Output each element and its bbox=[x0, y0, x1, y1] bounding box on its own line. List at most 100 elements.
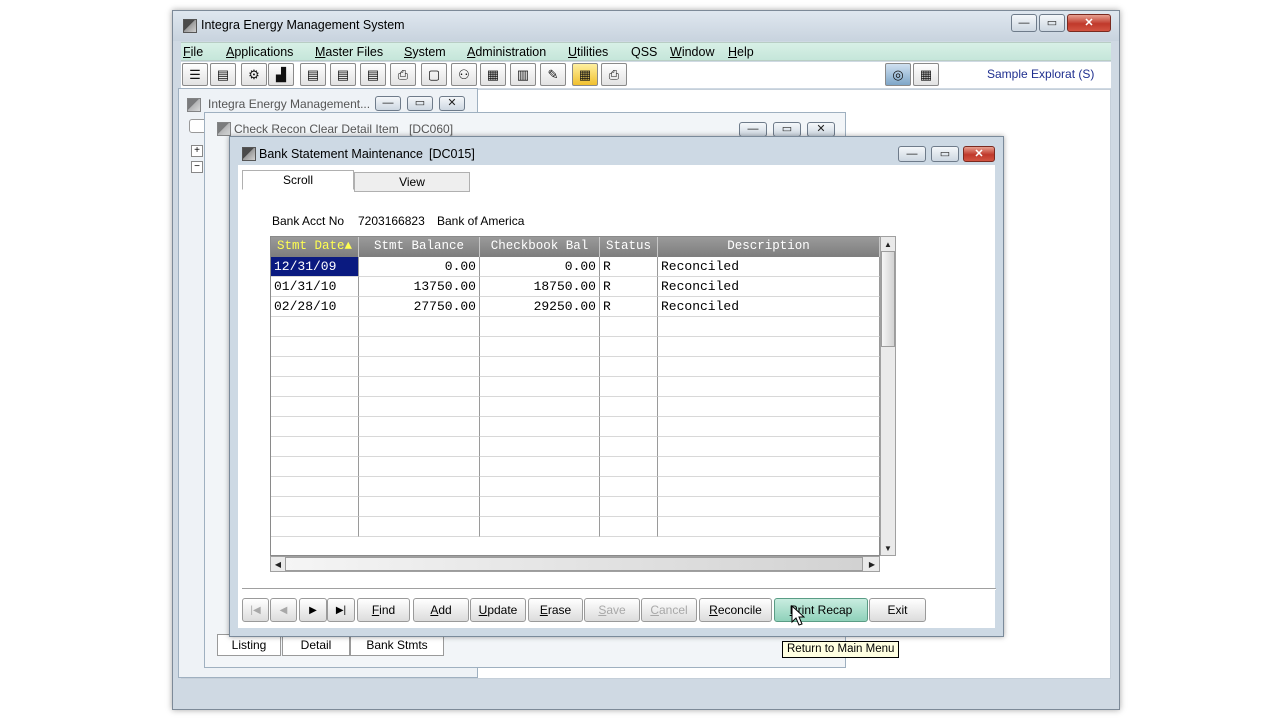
list-icon[interactable]: ☰ bbox=[182, 63, 208, 86]
bg-tab-detail[interactable]: Detail bbox=[282, 634, 350, 656]
bg-tab-listing[interactable]: Listing bbox=[217, 634, 281, 656]
cell-stmt-balance[interactable]: 27750.00 bbox=[359, 297, 480, 317]
cell-stmt-date[interactable] bbox=[271, 437, 359, 457]
cell-checkbook-bal[interactable]: 0.00 bbox=[480, 257, 600, 277]
cell-stmt-date[interactable] bbox=[271, 517, 359, 537]
document-list-icon[interactable]: ▤ bbox=[300, 63, 326, 86]
table-row[interactable] bbox=[271, 497, 881, 517]
main-restore-button[interactable]: ▭ bbox=[1039, 14, 1065, 32]
horizontal-scrollbar[interactable]: ◀ ▶ bbox=[270, 556, 880, 572]
printer-icon[interactable]: ⎙ bbox=[390, 63, 416, 86]
tab-scroll[interactable]: Scroll bbox=[242, 170, 354, 190]
cell-stmt-balance[interactable] bbox=[359, 437, 480, 457]
cell-stmt-date[interactable] bbox=[271, 417, 359, 437]
document-list-2-icon[interactable]: ▤ bbox=[330, 63, 356, 86]
bg2-close-button[interactable]: ✕ bbox=[807, 122, 835, 137]
horizontal-scroll-thumb[interactable] bbox=[285, 557, 863, 571]
table-row[interactable]: 12/31/09 0.00 0.00 R Reconciled bbox=[271, 257, 881, 277]
cell-stmt-date[interactable] bbox=[271, 357, 359, 377]
front-minimize-button[interactable]: — bbox=[898, 146, 926, 162]
cell-status[interactable] bbox=[600, 377, 658, 397]
bg-tab-bank-stmts[interactable]: Bank Stmts bbox=[350, 634, 444, 656]
vertical-scroll-thumb[interactable] bbox=[881, 251, 895, 347]
cell-status[interactable]: R bbox=[600, 277, 658, 297]
cell-stmt-date[interactable] bbox=[271, 377, 359, 397]
cell-status[interactable] bbox=[600, 437, 658, 457]
cell-status[interactable] bbox=[600, 397, 658, 417]
cell-stmt-date[interactable]: 12/31/09 bbox=[271, 257, 359, 277]
cell-status[interactable] bbox=[600, 417, 658, 437]
app-badge-icon[interactable]: ▦ bbox=[913, 63, 939, 86]
cell-description[interactable]: Reconciled bbox=[658, 257, 880, 277]
scroll-left-icon[interactable]: ◀ bbox=[271, 557, 285, 571]
cell-checkbook-bal[interactable] bbox=[480, 437, 600, 457]
menu-help[interactable]: Help bbox=[728, 43, 754, 61]
gear-person-icon[interactable]: ⚙ bbox=[241, 63, 267, 86]
cell-stmt-date[interactable] bbox=[271, 317, 359, 337]
print-preview-icon[interactable]: ▢ bbox=[421, 63, 447, 86]
menu-qss[interactable]: QSS bbox=[631, 43, 657, 61]
cell-stmt-date[interactable] bbox=[271, 457, 359, 477]
cell-description[interactable] bbox=[658, 317, 880, 337]
update-button[interactable]: Update bbox=[470, 598, 526, 622]
scroll-down-icon[interactable]: ▼ bbox=[881, 541, 895, 555]
cancel-button[interactable]: Cancel bbox=[641, 598, 697, 622]
tree-expand-icon[interactable]: + bbox=[191, 145, 203, 157]
table-row[interactable] bbox=[271, 337, 881, 357]
cell-stmt-date[interactable] bbox=[271, 397, 359, 417]
cell-checkbook-bal[interactable] bbox=[480, 337, 600, 357]
cell-status[interactable] bbox=[600, 337, 658, 357]
cell-stmt-balance[interactable]: 0.00 bbox=[359, 257, 480, 277]
table-row[interactable] bbox=[271, 437, 881, 457]
cell-stmt-date[interactable] bbox=[271, 337, 359, 357]
menu-system[interactable]: System bbox=[404, 43, 446, 61]
cell-status[interactable] bbox=[600, 477, 658, 497]
cell-description[interactable] bbox=[658, 397, 880, 417]
cell-checkbook-bal[interactable] bbox=[480, 357, 600, 377]
bg-restore-button[interactable]: ▭ bbox=[407, 96, 433, 111]
column-header-description[interactable]: Description bbox=[658, 237, 880, 257]
column-header-stmt-balance[interactable]: Stmt Balance bbox=[359, 237, 480, 257]
column-header-status[interactable]: Status bbox=[600, 237, 658, 257]
cell-description[interactable] bbox=[658, 497, 880, 517]
colored-grid-icon[interactable]: ▦ bbox=[572, 63, 598, 86]
table-row[interactable] bbox=[271, 457, 881, 477]
tree-collapse-icon[interactable]: − bbox=[191, 161, 203, 173]
cell-description[interactable]: Reconciled bbox=[658, 297, 880, 317]
cell-checkbook-bal[interactable] bbox=[480, 417, 600, 437]
org-chart-icon[interactable]: ⚇ bbox=[451, 63, 477, 86]
bg2-restore-button[interactable]: ▭ bbox=[773, 122, 801, 137]
cell-checkbook-bal[interactable]: 29250.00 bbox=[480, 297, 600, 317]
cell-status[interactable] bbox=[600, 457, 658, 477]
cell-checkbook-bal[interactable]: 18750.00 bbox=[480, 277, 600, 297]
cell-checkbook-bal[interactable] bbox=[480, 457, 600, 477]
front-restore-button[interactable]: ▭ bbox=[931, 146, 959, 162]
cell-status[interactable]: R bbox=[600, 297, 658, 317]
cell-checkbook-bal[interactable] bbox=[480, 397, 600, 417]
menu-file[interactable]: File bbox=[183, 43, 203, 61]
tools-icon[interactable]: ✎ bbox=[540, 63, 566, 86]
exit-button[interactable]: Exit bbox=[869, 598, 926, 622]
cell-status[interactable]: R bbox=[600, 257, 658, 277]
printer-scanner-icon[interactable]: ⎙ bbox=[601, 63, 627, 86]
cell-stmt-balance[interactable] bbox=[359, 357, 480, 377]
bg-close-button[interactable]: ✕ bbox=[439, 96, 465, 111]
cell-status[interactable] bbox=[600, 357, 658, 377]
cell-description[interactable] bbox=[658, 357, 880, 377]
table-row[interactable] bbox=[271, 397, 881, 417]
cell-checkbook-bal[interactable] bbox=[480, 517, 600, 537]
save-button[interactable]: Save bbox=[584, 598, 640, 622]
cell-description[interactable] bbox=[658, 517, 880, 537]
next-record-icon[interactable]: ▶ bbox=[299, 598, 327, 622]
cell-description[interactable]: Reconciled bbox=[658, 277, 880, 297]
cell-checkbook-bal[interactable] bbox=[480, 377, 600, 397]
menu-utilities[interactable]: Utilities bbox=[568, 43, 608, 61]
main-close-button[interactable]: ✕ bbox=[1067, 14, 1111, 32]
book-icon[interactable]: ▤ bbox=[210, 63, 236, 86]
cell-status[interactable] bbox=[600, 317, 658, 337]
cell-status[interactable] bbox=[600, 517, 658, 537]
prev-record-icon[interactable]: ◀ bbox=[270, 598, 297, 622]
menu-applications[interactable]: Applications bbox=[226, 43, 293, 61]
last-record-icon[interactable]: ▶| bbox=[327, 598, 355, 622]
front-close-button[interactable]: ✕ bbox=[963, 146, 995, 162]
